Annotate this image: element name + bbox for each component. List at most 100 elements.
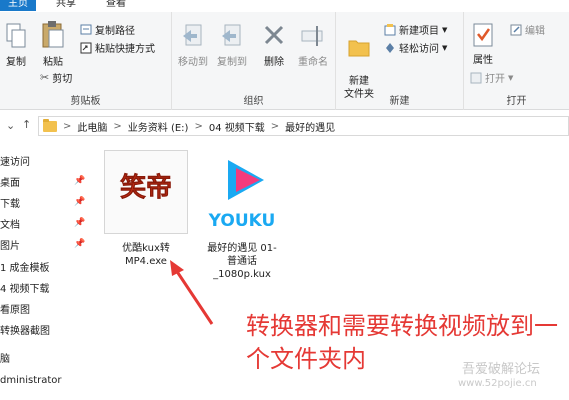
pin-icon: 📌 bbox=[74, 218, 86, 228]
nav-item-label: 看原图 bbox=[0, 304, 30, 316]
up-arrow-icon[interactable]: ↑ bbox=[22, 118, 31, 131]
tab-share[interactable]: 共享 bbox=[56, 0, 76, 11]
copy-path-button[interactable]: 复制路径 bbox=[80, 22, 135, 37]
copy-to-icon bbox=[222, 24, 241, 46]
open-button[interactable]: 打开 ▼ bbox=[470, 70, 513, 85]
pin-icon: 📌 bbox=[74, 176, 86, 186]
nav-item-label: 1 成金模板 bbox=[0, 262, 50, 274]
move-to-label: 移动到 bbox=[178, 57, 208, 68]
easy-access-button[interactable]: 轻松访问 ▼ bbox=[384, 40, 447, 55]
nav-item-label: 下载 bbox=[0, 198, 20, 210]
copy-to-label: 复制到 bbox=[217, 57, 247, 68]
navigation-pane: 速访问 桌面 📌 下载 📌 文档 📌 图片 📌 1 成金模板 4 视频下载 看原图 转换… bbox=[0, 142, 92, 400]
pin-icon: 📌 bbox=[74, 197, 86, 207]
paste-icon bbox=[42, 21, 64, 48]
rename-icon bbox=[301, 26, 323, 46]
organize-group-label: 组织 bbox=[243, 96, 264, 107]
rename-button[interactable]: 重命名 bbox=[294, 22, 332, 68]
new-group-label: 新建 bbox=[389, 96, 410, 107]
clipboard-group: 复制 粘贴 复制路径 粘贴快捷方式 ✂ 剪切 剪贴板 bbox=[0, 12, 172, 110]
youku-logo-text: YOUKU bbox=[208, 211, 276, 231]
nav-item-original-images[interactable]: 看原图 bbox=[0, 298, 30, 318]
move-to-button[interactable]: 移动到 bbox=[176, 22, 210, 68]
youku-icon: YOUKU bbox=[208, 160, 276, 231]
delete-x-icon bbox=[264, 25, 284, 45]
edit-label: 编辑 bbox=[525, 26, 545, 37]
open-group-label: 打开 bbox=[506, 96, 527, 107]
watermark-url: www.52pojie.cn bbox=[458, 378, 537, 389]
address-bar[interactable]: > 此电脑 > 业务资料 (E:) > 04 视频下载 > 最好的遇见 bbox=[38, 116, 569, 136]
organize-group: 移动到 复制到 删除 重命名 组织 bbox=[172, 12, 336, 110]
breadcrumb-current-folder[interactable]: 最好的遇见 bbox=[285, 119, 335, 134]
recent-locations-chevron-icon[interactable]: ⌄ bbox=[6, 119, 15, 132]
nav-item-label: 桌面 bbox=[0, 177, 20, 189]
new-folder-button[interactable]: 新建 文件夹 bbox=[342, 22, 376, 101]
clipboard-group-label: 剪贴板 bbox=[70, 96, 101, 107]
nav-item-label: 4 视频下载 bbox=[0, 283, 50, 295]
rename-label: 重命名 bbox=[298, 57, 328, 68]
breadcrumb-separator: > bbox=[113, 120, 122, 132]
tab-home[interactable]: 主页 bbox=[0, 0, 36, 11]
cut-button[interactable]: ✂ 剪切 bbox=[40, 70, 72, 85]
nav-item-downloads[interactable]: 下载 📌 bbox=[0, 192, 85, 212]
easy-access-icon bbox=[386, 42, 394, 53]
watermark-title: 吾爱破解论坛 bbox=[462, 362, 541, 377]
nav-item-label: dministrator bbox=[0, 374, 62, 386]
paste-label: 粘贴 bbox=[43, 57, 63, 68]
ribbon-tabs: 主页 共享 查看 bbox=[0, 0, 569, 12]
nav-item-quick-access[interactable]: 速访问 bbox=[0, 150, 30, 170]
nav-item-label: 脑 bbox=[0, 353, 10, 365]
move-to-icon bbox=[183, 24, 202, 46]
folder-icon bbox=[43, 118, 57, 132]
copy-icon bbox=[6, 23, 26, 48]
paste-shortcut-icon bbox=[80, 42, 92, 53]
breadcrumb-separator: > bbox=[63, 120, 72, 132]
converter-icon-text: 笑帝 bbox=[120, 172, 172, 203]
paste-button[interactable]: 粘贴 bbox=[36, 20, 70, 68]
nav-item-documents[interactable]: 文档 📌 bbox=[0, 213, 85, 233]
breadcrumb-separator: > bbox=[194, 120, 203, 132]
pin-icon: 📌 bbox=[74, 239, 86, 249]
breadcrumb-separator: > bbox=[270, 120, 280, 132]
new-item-dropdown-icon: ▼ bbox=[442, 25, 448, 34]
new-folder-icon bbox=[348, 40, 370, 57]
edit-button[interactable]: 编辑 bbox=[510, 22, 545, 37]
copy-button[interactable]: 复制 bbox=[2, 22, 30, 68]
tab-view[interactable]: 查看 bbox=[106, 0, 126, 11]
open-icon bbox=[470, 72, 482, 83]
nav-item-desktop[interactable]: 桌面 📌 bbox=[0, 171, 85, 191]
ribbon: 复制 粘贴 复制路径 粘贴快捷方式 ✂ 剪切 剪贴板 移动到 复制到 删除 重命… bbox=[0, 12, 569, 110]
breadcrumb-this-pc[interactable]: 此电脑 bbox=[77, 119, 107, 134]
easy-access-dropdown-icon: ▼ bbox=[442, 43, 448, 52]
copy-path-label: 复制路径 bbox=[95, 26, 135, 37]
breadcrumb-drive-e[interactable]: 业务资料 (E:) bbox=[128, 119, 189, 134]
easy-access-label: 轻松访问 bbox=[399, 44, 439, 55]
address-bar-row: ⌄ ↑ > 此电脑 > 业务资料 (E:) > 04 视频下载 > 最好的遇见 bbox=[0, 114, 569, 138]
nav-item-label: 图片 bbox=[0, 240, 20, 252]
delete-label: 删除 bbox=[264, 57, 284, 68]
copy-label: 复制 bbox=[6, 57, 26, 68]
new-item-icon bbox=[384, 23, 396, 35]
nav-item-pictures[interactable]: 图片 📌 bbox=[0, 234, 85, 254]
nav-item-this-pc[interactable]: 脑 bbox=[0, 347, 10, 367]
nav-item-administrator[interactable]: dministrator bbox=[0, 370, 62, 390]
new-group: 新建 文件夹 新建项目 ▼ 轻松访问 ▼ 新建 bbox=[336, 12, 464, 110]
copy-path-icon bbox=[80, 24, 92, 35]
properties-check-icon bbox=[473, 23, 493, 47]
file-tile-converter[interactable]: 笑帝 优酷kux转 MP4.exe bbox=[104, 150, 188, 268]
nav-item-templates[interactable]: 1 成金模板 bbox=[0, 256, 50, 276]
breadcrumb-video-downloads[interactable]: 04 视频下载 bbox=[209, 119, 265, 134]
properties-button[interactable]: 属性 bbox=[466, 22, 500, 66]
copy-to-button[interactable]: 复制到 bbox=[214, 22, 250, 68]
nav-item-label: 转换器截图 bbox=[0, 325, 50, 337]
scissors-icon: ✂ bbox=[40, 71, 50, 84]
open-dropdown-icon: ▼ bbox=[508, 73, 514, 82]
edit-icon bbox=[510, 24, 522, 35]
nav-item-video-downloads[interactable]: 4 视频下载 bbox=[0, 277, 50, 297]
paste-shortcut-button[interactable]: 粘贴快捷方式 bbox=[80, 40, 155, 55]
nav-item-label: 速访问 bbox=[0, 156, 30, 168]
delete-button[interactable]: 删除 bbox=[260, 22, 288, 68]
new-item-button[interactable]: 新建项目 ▼ bbox=[384, 22, 447, 37]
nav-item-converter-screenshots[interactable]: 转换器截图 bbox=[0, 319, 50, 339]
kux-converter-icon: 笑帝 bbox=[120, 172, 173, 204]
